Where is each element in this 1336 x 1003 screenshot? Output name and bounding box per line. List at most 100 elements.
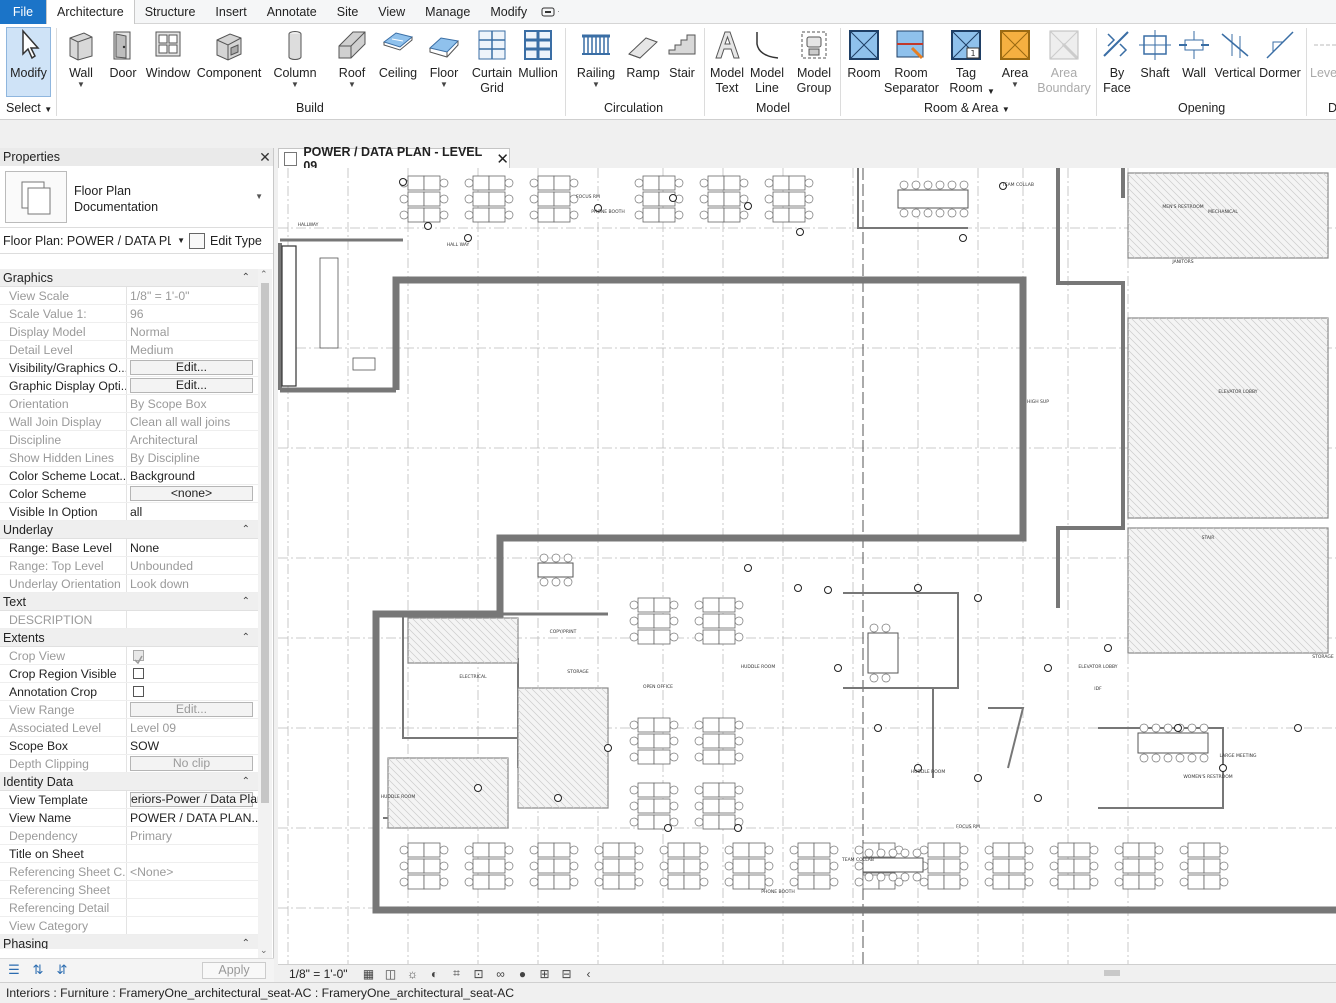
ribbon-display-icon[interactable] [537,0,563,24]
property-row[interactable]: Color Scheme Locat... Background [0,467,258,485]
property-value[interactable]: Primary [127,827,258,844]
property-value[interactable] [127,845,258,862]
property-row[interactable]: Crop Region Visible [0,665,258,683]
property-row[interactable]: Referencing Detail [0,899,258,917]
property-value[interactable]: POWER / DATA PLAN... [127,809,258,826]
property-row[interactable]: Graphic Display Opti... Edit... [0,377,258,395]
property-value[interactable]: all [127,503,258,520]
property-row[interactable]: Dependency Primary [0,827,258,845]
detail-level-icon[interactable]: ▦ [358,967,380,981]
property-group-graphics[interactable]: Graphics ⌃ [0,269,258,287]
property-value[interactable]: <None> [127,863,258,880]
select-panel-label[interactable]: Select ▼ [6,101,52,115]
shadows-icon[interactable]: ◐ [424,967,446,981]
property-checkbox[interactable] [133,650,144,664]
tab-view[interactable]: View [368,0,415,24]
property-value[interactable] [127,899,258,916]
mullion-button[interactable]: Mullion [515,28,561,81]
sort-descending-icon[interactable]: ⇵ [52,962,72,980]
property-value[interactable] [127,611,258,628]
property-row[interactable]: Show Hidden Lines By Discipline [0,449,258,467]
property-row[interactable]: Associated Level Level 09 [0,719,258,737]
property-checkbox[interactable] [133,668,144,679]
categorized-icon[interactable]: ☰ [4,962,24,980]
property-value[interactable] [127,647,258,664]
property-row[interactable]: View Template eriors-Power / Data Plan [0,791,258,809]
view-tab[interactable]: POWER / DATA PLAN - LEVEL 09 ✕ [278,145,510,173]
type-selector[interactable]: Floor Plan Documentation ▼ [0,166,273,228]
close-icon[interactable]: ✕ [257,149,273,166]
crop-view-icon[interactable]: ⌗ [446,966,468,981]
railing-button[interactable]: Railing ▼ [574,28,618,89]
roof-button[interactable]: Roof ▼ [333,28,371,89]
property-value[interactable]: Normal [127,323,258,340]
tab-annotate[interactable]: Annotate [257,0,327,24]
temporary-hide-icon[interactable]: ∞ [490,967,512,981]
area-button[interactable]: Area ▼ [996,28,1034,89]
property-row[interactable]: Visible In Option all [0,503,258,521]
property-row[interactable]: Discipline Architectural [0,431,258,449]
property-row[interactable]: Wall Join Display Clean all wall joins [0,413,258,431]
property-row[interactable]: Title on Sheet [0,845,258,863]
property-value[interactable] [127,665,258,682]
instance-selector[interactable]: Floor Plan: POWER / DATA PLAN ▼ [3,231,189,251]
property-row[interactable]: Detail Level Medium [0,341,258,359]
property-row[interactable]: Referencing Sheet C... <None> [0,863,258,881]
property-row[interactable]: View Name POWER / DATA PLAN... [0,809,258,827]
property-row[interactable]: Annotation Crop [0,683,258,701]
property-row[interactable]: Scale Value 1: 96 [0,305,258,323]
property-row[interactable]: Range: Base Level None [0,539,258,557]
property-value[interactable]: Background [127,467,258,484]
property-row[interactable]: View Scale 1/8" = 1'-0" [0,287,258,305]
property-value[interactable]: None [127,539,258,556]
property-value[interactable]: Edit... [127,359,258,376]
property-value[interactable]: By Scope Box [127,395,258,412]
curtain-grid-button[interactable]: Curtain Grid [470,28,514,96]
window-button[interactable]: Window [144,28,192,81]
chevron-down-icon[interactable]: ▼ [255,192,263,201]
collapse-icon[interactable]: ⌃ [242,938,250,949]
property-value[interactable]: eriors-Power / Data Plan [127,791,258,808]
scroll-up-icon[interactable]: ⌃ [260,269,268,280]
model-line-button[interactable]: Model Line [748,28,786,96]
property-value[interactable]: 96 [127,305,258,322]
floor-plan-drawing[interactable]: HALLWAY PHONE BOOTH FOCUS RM TEAM COLLAB MEC… [278,168,1336,964]
area-boundary-button[interactable]: Area Boundary [1036,28,1092,96]
property-value[interactable]: Level 09 [127,719,258,736]
property-value[interactable]: Look down [127,575,258,592]
wall-button[interactable]: Wall ▼ [60,28,102,89]
scroll-thumb[interactable] [261,283,269,803]
level-button[interactable]: Leve [1310,28,1336,81]
visual-style-icon[interactable]: ◫ [380,967,402,981]
tab-insert[interactable]: Insert [205,0,256,24]
property-row[interactable]: Referencing Sheet [0,881,258,899]
property-value[interactable]: Medium [127,341,258,358]
stair-button[interactable]: Stair [664,28,700,81]
vertical-opening-button[interactable]: Vertical [1213,28,1257,81]
tab-modify[interactable]: Modify [480,0,537,24]
floor-button[interactable]: Floor ▼ [424,28,464,89]
property-value[interactable]: SOW [127,737,258,754]
property-value[interactable]: Edit... [127,377,258,394]
analytical-model-icon[interactable]: ⊞ [534,967,556,981]
close-icon[interactable]: ✕ [496,150,509,168]
reveal-hidden-icon[interactable]: ● [512,967,534,981]
property-row[interactable]: View Category [0,917,258,935]
sort-ascending-icon[interactable]: ⇅ [28,962,48,980]
property-checkbox[interactable] [133,686,144,697]
collapse-icon[interactable]: ⌃ [242,776,250,787]
property-value[interactable]: <none> [127,485,258,502]
tab-architecture[interactable]: Architecture [46,0,135,24]
property-edit-button[interactable]: Edit... [130,378,253,393]
property-row[interactable]: Crop View [0,647,258,665]
collapse-icon[interactable]: ⌃ [242,596,250,607]
property-row[interactable]: Color Scheme <none> [0,485,258,503]
modify-button[interactable]: Modify [6,28,51,81]
property-value[interactable]: 1/8" = 1'-0" [127,287,258,304]
tab-structure[interactable]: Structure [135,0,206,24]
collapse-icon[interactable]: ⌃ [242,632,250,643]
file-tab[interactable]: File [0,0,46,24]
property-row[interactable]: Depth Clipping No clip [0,755,258,773]
highlight-displacement-icon[interactable]: ⊟ [556,967,578,981]
room-separator-button[interactable]: Room Separator [884,28,939,96]
